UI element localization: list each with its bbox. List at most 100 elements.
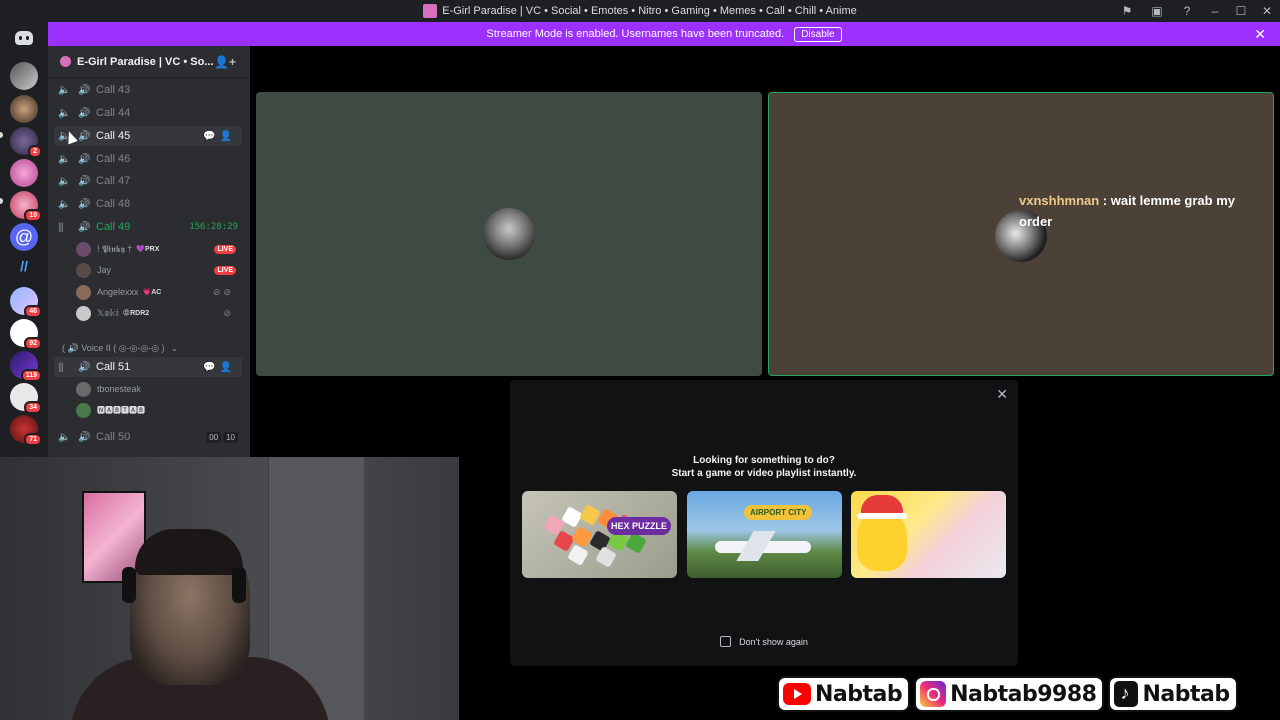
voice-member[interactable]: Angelexxx 💗AC ⊘⊘ — [76, 282, 244, 302]
server-icon[interactable]: // — [10, 258, 38, 276]
mention-badge: 119 — [20, 369, 42, 382]
member-name: ! 𝕻𝖎𝖓𝖐𝖞 † — [97, 243, 133, 254]
call-timer: 156:28:29 — [189, 222, 238, 232]
mention-badge: 10 — [24, 209, 42, 222]
voice-channel-connected[interactable]: ||| 🔊 Call 49 156:28:29 — [54, 217, 242, 237]
avatar — [76, 262, 91, 278]
close-icon[interactable]: ✕ — [1254, 26, 1266, 43]
server-icon[interactable]: 119 — [10, 351, 42, 382]
server-icon[interactable]: 92 — [10, 319, 42, 350]
voice-icon: 🔊 — [78, 175, 91, 187]
mention-badge: 34 — [24, 401, 42, 414]
speaker-icon: 🔈 — [58, 431, 71, 443]
muted-deafened-icon: ⊘⊘ — [212, 286, 234, 297]
help-icon[interactable]: ? — [1172, 0, 1202, 22]
voice-member[interactable]: tbonesteak — [76, 379, 244, 399]
mention-badge: 46 — [24, 305, 42, 318]
social-handles-overlay: Nabtab Nabtab9988 Nabtab — [777, 676, 1238, 712]
server-badge-icon — [60, 56, 71, 67]
server-icon[interactable] — [10, 159, 38, 187]
window-title: E-Girl Paradise | VC • Social • Emotes •… — [442, 5, 857, 17]
voice-member[interactable]: Jay LIVE — [76, 260, 244, 280]
member-tag: 😡RDR2 — [122, 310, 150, 317]
participant-tile-speaking[interactable]: vxnshhmnan : wait lemme grab my order — [768, 92, 1274, 376]
server-icon[interactable]: 34 — [10, 383, 42, 414]
game-card-hex-puzzle[interactable]: HEX PUZZLE — [522, 491, 677, 578]
voice-icon: 🔊 — [78, 198, 91, 210]
close-window-button[interactable]: ✕ — [1254, 0, 1280, 22]
chevron-down-icon: ⌄ — [170, 342, 179, 353]
voice-icon: 🔊 — [78, 107, 91, 119]
chat-invite-icons[interactable]: 💬👤 — [203, 131, 236, 142]
maximize-button[interactable]: ☐ — [1228, 0, 1254, 22]
youtube-handle-label: Nabtab — [815, 681, 903, 707]
chat-invite-icons[interactable]: 💬👤 — [203, 362, 236, 373]
santa-hat-art — [857, 495, 907, 519]
inbox-flag-icon[interactable]: ⚑ — [1112, 0, 1142, 22]
server-icon[interactable]: 46 — [10, 287, 42, 318]
activity-subtitle: Start a game or video playlist instantly… — [671, 468, 857, 479]
checkbox[interactable] — [720, 636, 732, 647]
game-logo: HEX PUZZLE — [606, 517, 671, 535]
dont-show-again-toggle[interactable]: Don't show again — [510, 636, 1018, 647]
mention-badge: 2 — [28, 145, 42, 158]
participant-tile[interactable] — [256, 92, 762, 376]
voice-channel[interactable]: 🔈 🔊 Call 47 — [54, 171, 242, 191]
avatar — [76, 284, 91, 300]
voice-channel[interactable]: 🔈 🔊 Call 44 — [54, 103, 242, 123]
activity-prompt: Looking for something to do? Start a gam… — [510, 454, 1018, 480]
channel-label: Call 45 — [96, 130, 131, 142]
instagram-icon — [920, 681, 947, 707]
discord-home-icon[interactable] — [15, 31, 33, 45]
voice-channel[interactable]: ||| 🔊 Call 51 💬👤 — [54, 357, 242, 377]
member-tag: 💗AC — [142, 289, 162, 296]
game-card-chick[interactable] — [851, 491, 1006, 578]
game-card-airport-city[interactable]: AIRPORT CITY — [687, 491, 842, 578]
member-name: Angelexxx — [97, 287, 139, 297]
instagram-handle: Nabtab9988 — [914, 676, 1105, 712]
channel-label: Call 46 — [96, 153, 131, 165]
voice-channel[interactable]: 🔈 🔊 Call 50 00 10 — [54, 427, 242, 447]
mention-badge: 71 — [24, 433, 42, 446]
close-icon[interactable]: ✕ — [996, 386, 1008, 403]
server-icon[interactable]: 10 — [10, 191, 42, 222]
voice-channel[interactable]: 🔈 🔊 Call 45 💬👤 — [54, 126, 242, 146]
server-header[interactable]: E-Girl Paradise | VC • So... ⌄ 👤+ — [48, 46, 250, 78]
streamer-mode-banner: Streamer Mode is enabled. Usernames have… — [48, 22, 1280, 46]
server-icon[interactable] — [10, 62, 38, 90]
category-label: ( 🔊 Voice II ( ◎-◎-◎-◎ ) — [62, 342, 165, 353]
voice-icon: 🔊 — [78, 431, 91, 443]
inbox-icon[interactable]: ▣ — [1142, 0, 1172, 22]
member-name: 𝕏𝕠𝕜𝕚 — [97, 307, 119, 318]
server-icon[interactable]: 2 — [10, 127, 42, 158]
disable-streamer-mode-button[interactable]: Disable — [794, 26, 842, 42]
invite-people-icon[interactable]: 👤+ — [214, 55, 236, 69]
youtube-handle: Nabtab — [777, 676, 911, 712]
channel-label: Call 48 — [96, 198, 131, 210]
tiktok-handle-label: Nabtab — [1142, 681, 1230, 707]
avatar — [76, 305, 91, 321]
voice-channel[interactable]: 🔈 🔊 Call 43 — [54, 80, 242, 100]
speaker-icon: 🔈 — [58, 198, 71, 210]
category-voice-ii[interactable]: ( 🔊 Voice II ( ◎-◎-◎-◎ ) ⌄ — [62, 339, 242, 357]
instagram-handle-label: Nabtab9988 — [950, 681, 1097, 707]
voice-member[interactable]: 🅽🅰🅱🆃🅰🅱 — [76, 400, 244, 420]
server-icon[interactable] — [10, 95, 38, 123]
tiktok-icon — [1114, 681, 1139, 707]
live-badge: LIVE — [214, 265, 236, 275]
at-sign-server-icon[interactable]: @ — [10, 223, 38, 251]
mention-badge: 92 — [24, 337, 42, 350]
server-icon[interactable]: 71 — [10, 415, 42, 446]
webcam-overlay — [0, 457, 459, 720]
voice-channel[interactable]: 🔈 🔊 Call 46 — [54, 149, 242, 169]
voice-activity-icon: ||| — [58, 361, 64, 373]
voice-member[interactable]: ! 𝕻𝖎𝖓𝖐𝖞 † 💜PRX LIVE — [76, 239, 244, 259]
channel-label: Call 44 — [96, 107, 131, 119]
unread-indicator — [0, 198, 3, 204]
titlebar-actions: ⚑ ▣ ? – ☐ ✕ — [1112, 0, 1280, 22]
voice-member[interactable]: 𝕏𝕠𝕜𝕚 😡RDR2 ⊘ — [76, 303, 244, 323]
minimize-button[interactable]: – — [1202, 0, 1228, 22]
member-name: 🅽🅰🅱🆃🅰🅱 — [97, 405, 145, 415]
voice-channel[interactable]: 🔈 🔊 Call 48 — [54, 194, 242, 214]
channel-label: Call 51 — [96, 361, 131, 373]
